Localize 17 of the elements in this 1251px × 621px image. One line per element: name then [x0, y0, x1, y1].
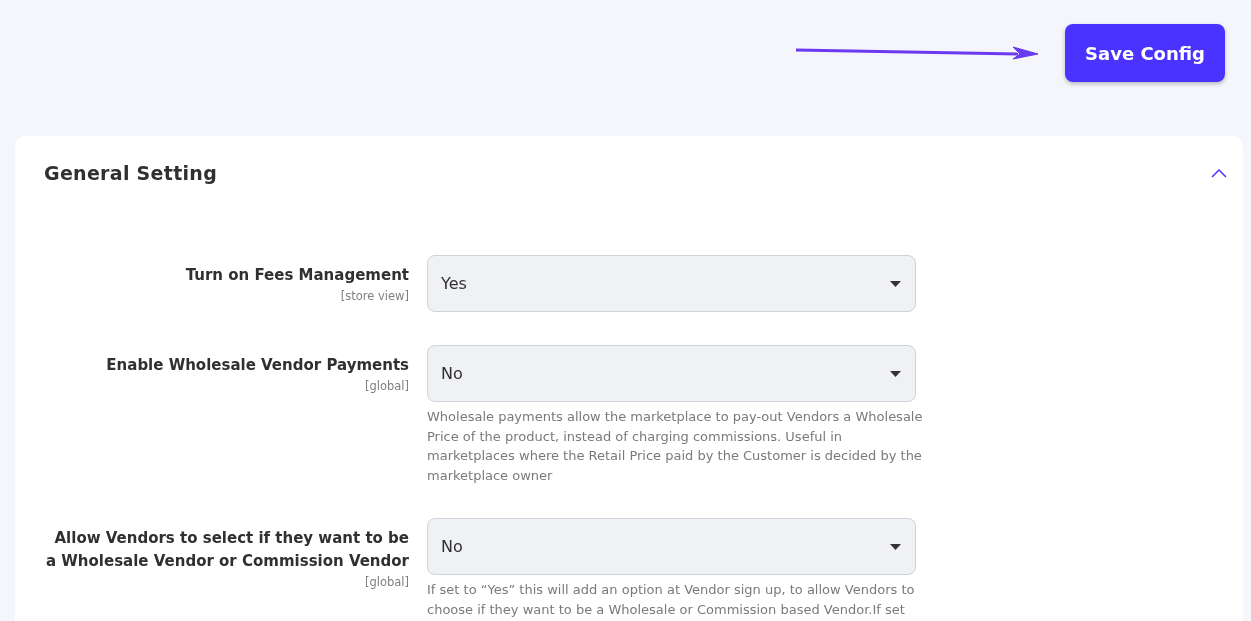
- scope-label: [global]: [364, 575, 409, 589]
- field-label: Allow Vendors to select if they want to be a Wholesale Vendor or Commission Vendor: [45, 528, 409, 572]
- save-config-button[interactable]: Save Config: [1065, 24, 1225, 82]
- scope-label: [global]: [364, 379, 409, 393]
- help-text: Wholesale payments allow the marketplace to pay-out Vendors a Wholesale Price of the product, instead of charging commissions. Useful in marketplaces where the Retail Price paid by the Customer is decided by the marketplace owner: [427, 408, 924, 485]
- dropdown-caret-icon: [890, 280, 901, 287]
- scope-label: [store view]: [340, 289, 409, 303]
- field-label: Enable Wholesale Vendor Payments: [106, 355, 409, 376]
- dropdown-caret-icon: [890, 370, 901, 377]
- dropdown-caret-icon: [890, 543, 901, 550]
- dropdown-select[interactable]: Yes: [427, 255, 916, 312]
- field-label: Turn on Fees Management: [185, 265, 409, 286]
- section-title: General Setting: [44, 162, 218, 184]
- chevron-icon[interactable]: [1211, 168, 1227, 178]
- dropdown-select[interactable]: No: [427, 518, 916, 575]
- dropdown-select[interactable]: No: [427, 345, 916, 402]
- help-text: If set to “Yes” this will add an option at Vendor sign up, to allow Vendors to choose if they want to be a Wholesale or Commission based Vendor.If set: [427, 581, 916, 619]
